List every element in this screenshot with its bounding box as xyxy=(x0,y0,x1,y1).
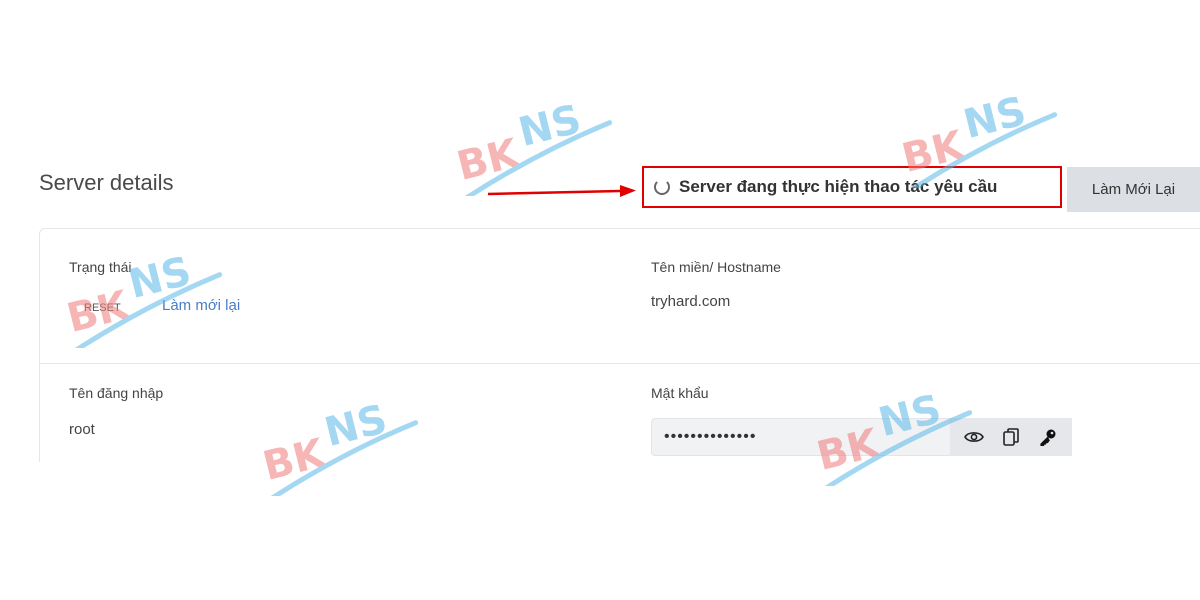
svg-text:BK: BK xyxy=(452,130,525,190)
password-label: Mật khẩu xyxy=(651,385,709,401)
svg-text:NS: NS xyxy=(514,104,586,156)
spinner-icon xyxy=(654,179,670,195)
copy-icon[interactable] xyxy=(999,425,1023,449)
refresh-button[interactable]: Làm Mới Lại xyxy=(1067,167,1200,212)
eye-icon[interactable] xyxy=(962,425,986,449)
key-icon[interactable] xyxy=(1036,425,1060,449)
status-label: Trạng thái xyxy=(69,259,132,275)
status-banner: Server đang thực hiện thao tác yêu cầu xyxy=(642,166,1062,208)
status-refresh-link[interactable]: Làm mới lại xyxy=(162,297,240,314)
username-value: root xyxy=(69,421,95,438)
svg-text:NS: NS xyxy=(959,96,1031,148)
server-details-page: Server details Server đang thực hiện tha… xyxy=(0,0,1200,600)
hostname-label: Tên miền/ Hostname xyxy=(651,259,781,275)
arrow-right-icon xyxy=(488,185,636,197)
page-title: Server details xyxy=(39,170,174,195)
watermark-logo: BK NS xyxy=(452,104,613,196)
row-divider xyxy=(40,363,1200,364)
username-label: Tên đăng nhập xyxy=(69,385,164,401)
password-field[interactable]: •••••••••••••• xyxy=(651,418,951,456)
status-text: Server đang thực hiện thao tác yêu cầu xyxy=(679,177,998,196)
status-badge: RESET xyxy=(84,302,121,314)
password-actions xyxy=(950,418,1072,456)
hostname-value: tryhard.com xyxy=(651,293,731,310)
